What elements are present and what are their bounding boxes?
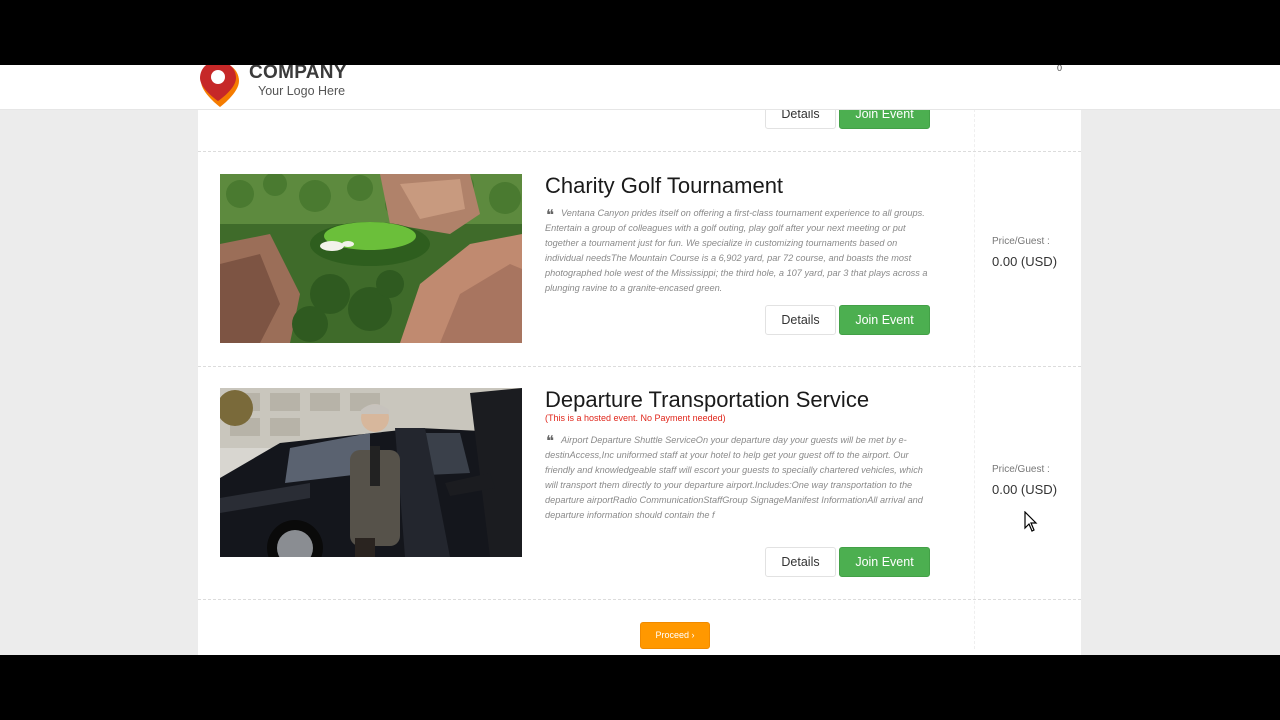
price-value: 0.00 (USD) <box>992 254 1058 269</box>
price-label: Price/Guest : <box>992 236 1050 247</box>
join-event-button[interactable]: Join Event <box>839 305 930 335</box>
event-description: Airport Departure Shuttle ServiceOn your… <box>545 435 923 520</box>
column-divider <box>974 109 975 649</box>
brand-tagline: Your Logo Here <box>258 84 346 98</box>
browser-viewport: COMPANY Your Logo Here 0 Details Join Ev… <box>0 65 1280 655</box>
brand-name[interactable]: COMPANY <box>249 65 347 84</box>
golf-course-image[interactable] <box>220 174 522 343</box>
event-list-panel: Details Join Event Charity Golf Tourname… <box>198 65 1081 655</box>
chevron-right-icon: › <box>691 630 695 640</box>
event-title[interactable]: Charity Golf Tournament <box>545 173 783 199</box>
join-event-button[interactable]: Join Event <box>839 547 930 577</box>
cart-count-badge[interactable]: 0 <box>1057 65 1062 73</box>
site-header: COMPANY Your Logo Here 0 <box>0 65 1280 110</box>
location-pin-logo-icon <box>200 65 239 107</box>
hosted-event-note: (This is a hosted event. No Payment need… <box>545 413 726 423</box>
event-description: Ventana Canyon prides itself on offering… <box>545 208 928 293</box>
chauffeur-car-image[interactable] <box>220 388 522 557</box>
row-divider <box>198 599 1081 600</box>
details-button[interactable]: Details <box>765 305 836 335</box>
mouse-pointer-icon <box>1024 511 1038 532</box>
row-divider <box>198 366 1081 367</box>
video-letterbox-bottom <box>0 655 1280 720</box>
details-button[interactable]: Details <box>765 547 836 577</box>
price-value: 0.00 (USD) <box>992 482 1058 497</box>
price-label: Price/Guest : <box>992 464 1050 475</box>
proceed-button[interactable]: Proceed › <box>640 622 710 649</box>
row-divider <box>198 151 1081 152</box>
video-letterbox-top <box>0 0 1280 65</box>
proceed-label: Proceed <box>655 630 689 640</box>
event-title[interactable]: Departure Transportation Service <box>545 387 869 413</box>
